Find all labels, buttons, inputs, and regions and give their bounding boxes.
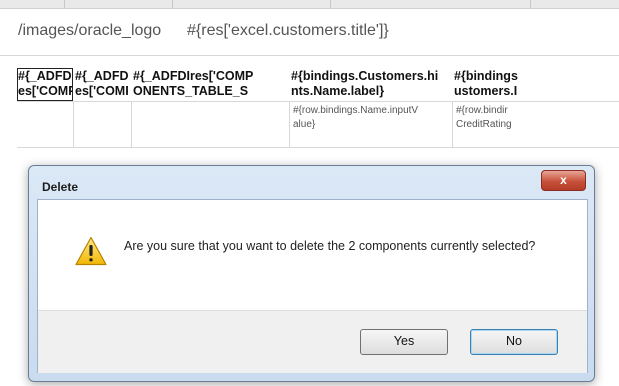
header-cell-3[interactable]: #{_ADFDIres['COMP ONENTS_TABLE_S <box>133 69 286 100</box>
delete-dialog: Delete x Are you sure that you want to d… <box>28 165 595 382</box>
warning-icon <box>75 236 107 266</box>
no-button[interactable]: No <box>470 329 558 355</box>
yes-button[interactable]: Yes <box>360 329 448 355</box>
header-cell-5[interactable]: #{bindings ustomers.I <box>454 69 619 100</box>
row-value-name[interactable]: #{row.bindings.Name.inputV alue} <box>293 104 451 132</box>
confirmation-message: Are you sure that you want to delete the… <box>124 239 536 253</box>
column-header-strip <box>0 0 619 9</box>
header-cell-1[interactable]: #{_ADFDIres['COMP <box>17 68 73 101</box>
dialog-title: Delete <box>42 180 79 194</box>
header-cell-4[interactable]: #{bindings.Customers.hi nts.Name.label} <box>291 69 451 100</box>
dialog-body: Are you sure that you want to delete the… <box>38 200 587 310</box>
image-path-cell[interactable]: /images/oracle_logo <box>18 22 184 40</box>
dialog-client-area: Are you sure that you want to delete the… <box>37 199 588 373</box>
sheet-title-row: /images/oracle_logo #{res['excel.custome… <box>0 9 619 56</box>
excel-title-cell[interactable]: #{res['excel.customers.title']} <box>187 22 389 40</box>
close-icon: x <box>560 173 567 187</box>
close-button[interactable]: x <box>541 170 586 191</box>
header-cell-2[interactable]: #{_ADFDIres['COMP <box>75 69 128 100</box>
row-value-credit-rating[interactable]: #{row.bindir CreditRating <box>456 104 619 132</box>
dialog-button-bar: Yes No <box>38 310 587 373</box>
